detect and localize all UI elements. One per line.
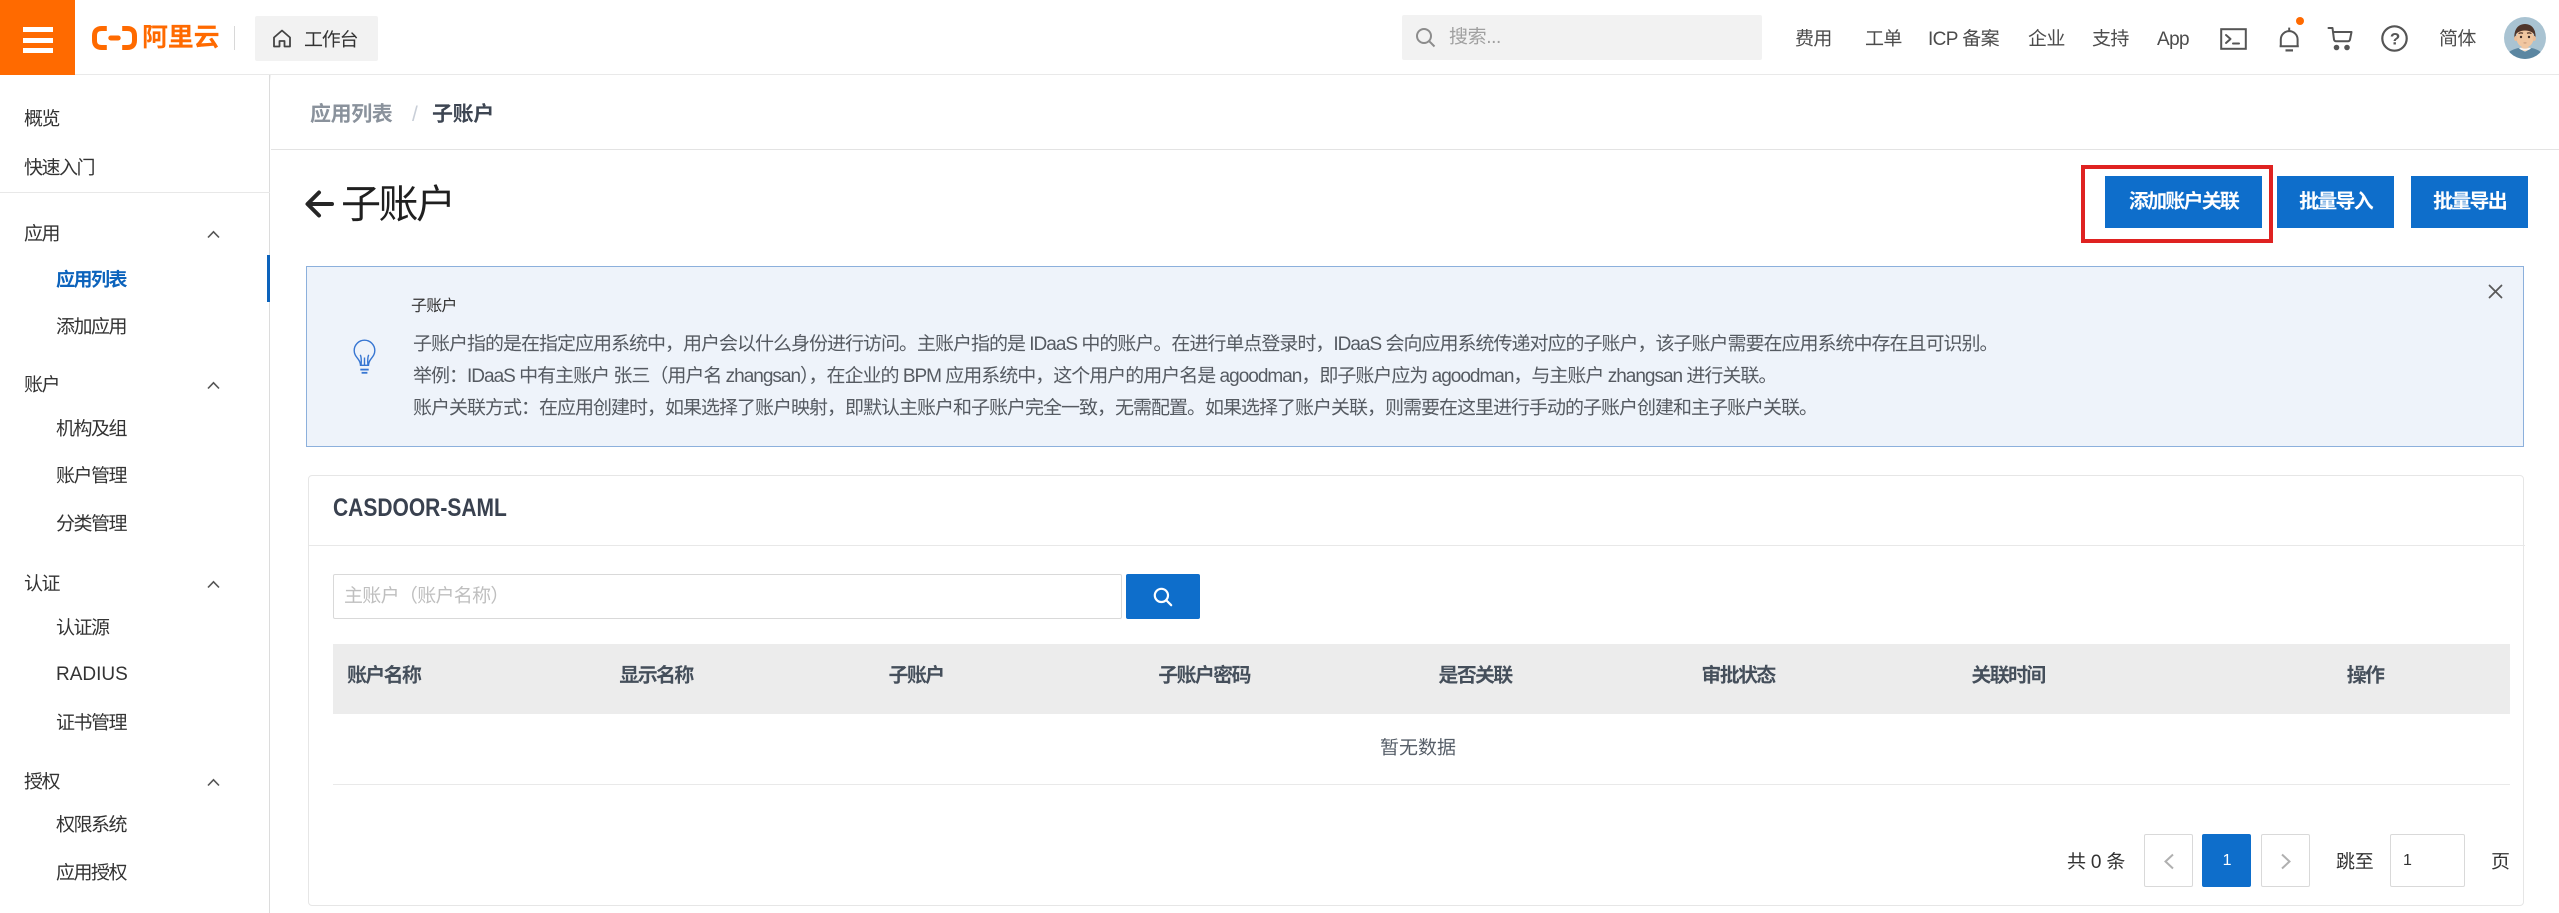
svg-text:?: ? xyxy=(2390,30,2400,49)
